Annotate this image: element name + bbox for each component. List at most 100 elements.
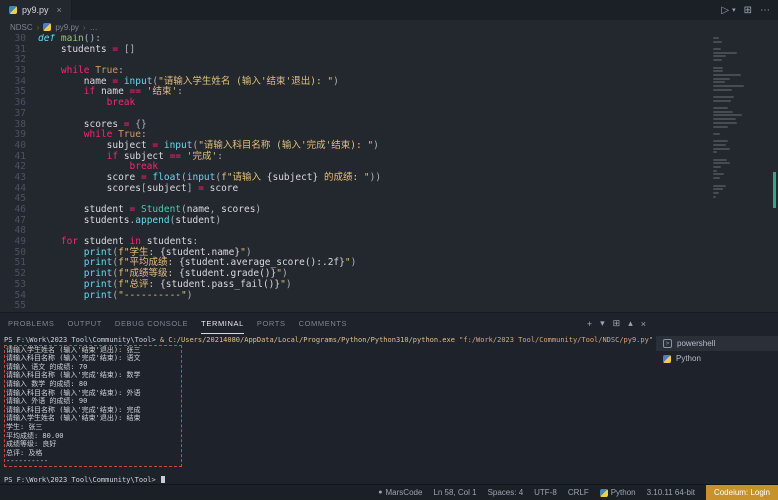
terminal-prompt-row: PS F:\Work\2023 Tool\Community\Tool> [4, 476, 654, 485]
panel-tabs: PROBLEMS OUTPUT DEBUG CONSOLE TERMINAL PORTS… [8, 313, 360, 334]
panel-tab-output[interactable]: OUTPUT [67, 313, 101, 334]
status-marscode[interactable]: ●MarsCode [378, 488, 422, 497]
terminal-output-line: 学生: 张三 [6, 423, 181, 432]
terminal-output-line: 请输入科目名称 (输入'完成'结束): 外语 [6, 389, 181, 398]
python-icon [663, 355, 671, 363]
terminal-blank-line [4, 467, 654, 476]
minimap-line [713, 81, 725, 83]
tab-bar: py9.py × ▷ ▾ ⊞ ⋯ [0, 0, 778, 20]
terminal-session-python[interactable]: Python [656, 351, 778, 366]
terminal-prompt: PS F:\Work\2023 Tool\Community\Tool> [4, 476, 160, 485]
run-python-file-icon[interactable]: ▷ [721, 5, 729, 16]
panel-tab-terminal[interactable]: TERMINAL [201, 313, 244, 334]
minimap-line [713, 37, 719, 39]
terminal-output-line: 请输入学生姓名 (输入'结束'退出): 张三 [6, 346, 181, 355]
panel-tab-debug-console[interactable]: DEBUG CONSOLE [115, 313, 188, 334]
terminal-output-line: 请输入科目名称 (输入'完成'结束): 语文 [6, 354, 181, 363]
minimap-line [713, 118, 736, 120]
terminal-session-powershell[interactable]: >powershell [656, 336, 778, 351]
python-icon [600, 489, 608, 497]
minimap-line [713, 192, 719, 194]
breadcrumb-folder[interactable]: NDSC [10, 23, 33, 32]
minimap-line [713, 162, 730, 164]
terminal-output-line: 成绩等级: 良好 [6, 440, 181, 449]
code-line: 55 [0, 301, 778, 312]
terminal-output-line: 平均成绩: 80.00 [6, 432, 181, 441]
marscode-icon: ● [378, 489, 382, 496]
minimap-line [713, 170, 717, 172]
minimap-line [713, 173, 724, 175]
maximize-panel-icon[interactable]: ▴ [628, 318, 633, 329]
terminal[interactable]: PS F:\Work\2023 Tool\Community\Tool> & C… [0, 334, 654, 484]
code-line: 31 students = [] [0, 45, 778, 56]
code-lines: 30def main():31 students = []32 33 while… [0, 34, 778, 312]
minimap-line [713, 74, 741, 76]
minimap-line [713, 159, 727, 161]
minimap-line [713, 41, 722, 43]
shell-icon: > [663, 339, 672, 348]
minimap-line [713, 185, 726, 187]
status-utf-8[interactable]: UTF-8 [534, 488, 557, 497]
breadcrumb[interactable]: NDSC › py9.py › … [0, 20, 778, 34]
editor-actions: ▷ ▾ ⊞ ⋯ [721, 0, 770, 20]
close-panel-icon[interactable]: × [641, 319, 646, 329]
minimap-line [713, 52, 737, 54]
terminal-list: >powershellPython [656, 334, 778, 484]
breadcrumb-file[interactable]: py9.py [55, 23, 79, 32]
status-items: ●MarsCode Ln 58, Col 1 Spaces: 4 UTF-8 CRLF P… [378, 488, 695, 497]
status-bar: ●MarsCode Ln 58, Col 1 Spaces: 4 UTF-8 CRLF P… [0, 484, 778, 500]
minimap-line [713, 148, 730, 150]
vscode-window: py9.py × ▷ ▾ ⊞ ⋯ NDSC › py9.py › … 30def… [0, 0, 778, 500]
tab-close-icon[interactable]: × [57, 5, 62, 15]
minimap-line [713, 107, 728, 109]
split-editor-icon[interactable]: ⊞ [744, 5, 752, 16]
tab-label: py9.py [22, 5, 49, 15]
minimap-line [713, 133, 720, 135]
panel-tab-comments[interactable]: COMMENTS [299, 313, 348, 334]
status-ln-58-col-1[interactable]: Ln 58, Col 1 [433, 488, 476, 497]
panel-tab-problems[interactable]: PROBLEMS [8, 313, 54, 334]
panel-tab-ports[interactable]: PORTS [257, 313, 286, 334]
minimap-line [713, 166, 721, 168]
run-dropdown-icon[interactable]: ▾ [732, 6, 736, 14]
minimap-line [713, 144, 726, 146]
code-line: 36 break [0, 98, 778, 109]
bottom-panel: PROBLEMS OUTPUT DEBUG CONSOLE TERMINAL PORTS… [0, 312, 778, 484]
minimap-line [713, 59, 722, 61]
minimap-line [713, 140, 728, 142]
minimap-line [713, 55, 726, 57]
minimap-line [713, 111, 733, 113]
terminal-output-line: 请输入 数学 的成绩: 80 [6, 380, 181, 389]
codeium-login-badge[interactable]: Codeium: Login [706, 485, 778, 500]
minimap-line [713, 85, 744, 87]
status-python[interactable]: Python [600, 488, 636, 497]
terminal-output-line: 请输入科目名称 (输入'完成'结束): 数学 [6, 371, 181, 380]
overview-ruler-marker [773, 172, 776, 208]
more-actions-icon[interactable]: ⋯ [760, 5, 770, 16]
editor-tab-py9[interactable]: py9.py × [0, 0, 72, 20]
minimap-line [713, 188, 723, 190]
code-line: 44 scores[subject] = score [0, 184, 778, 195]
terminal-profile-dropdown-icon[interactable]: ▾ [600, 318, 605, 329]
minimap-line [713, 48, 721, 50]
status-crlf[interactable]: CRLF [568, 488, 589, 497]
split-terminal-icon[interactable]: ⊞ [613, 318, 621, 329]
minimap-line [713, 67, 723, 69]
status-spaces-4[interactable]: Spaces: 4 [488, 488, 524, 497]
minimap-line [713, 177, 720, 179]
minimap-line [713, 151, 717, 153]
minimap-line [713, 96, 734, 98]
breadcrumb-symbol[interactable]: … [90, 23, 98, 32]
terminal-cursor [161, 476, 165, 483]
status-3-10-11-64-bit[interactable]: 3.10.11 64-bit [647, 488, 695, 497]
minimap-line [713, 126, 728, 128]
minimap-line [713, 100, 731, 102]
code-line: 54 print("----------") [0, 291, 778, 302]
new-terminal-icon[interactable]: + [587, 319, 592, 329]
minimap-line [713, 78, 730, 80]
code-editor[interactable]: 30def main():31 students = []32 33 while… [0, 34, 778, 312]
terminal-output-line: 总评: 及格 [6, 449, 181, 458]
minimap-line [713, 89, 732, 91]
minimap[interactable] [713, 37, 769, 199]
minimap-line [713, 70, 723, 72]
